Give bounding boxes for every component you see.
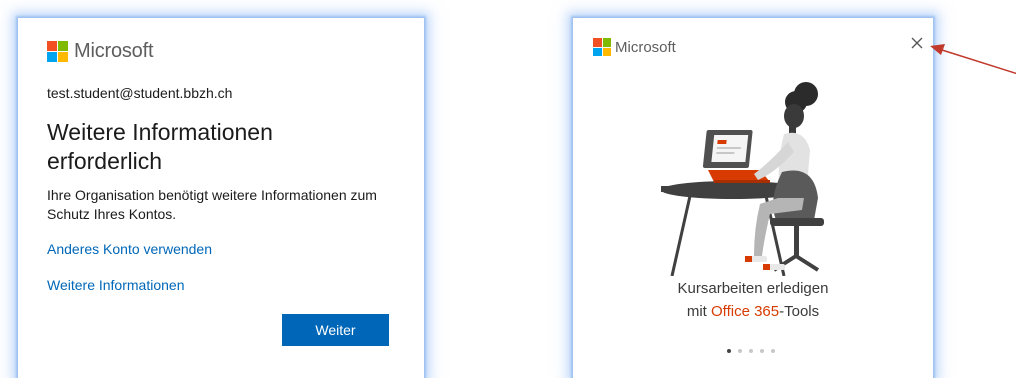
annotation-arrow	[930, 44, 1016, 75]
